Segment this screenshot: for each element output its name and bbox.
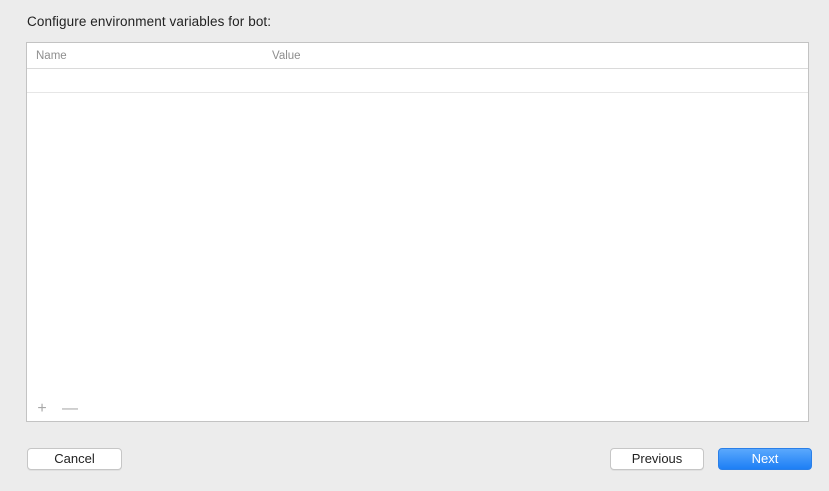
next-button[interactable]: Next <box>718 448 812 470</box>
remove-variable-button[interactable]: — <box>61 400 79 418</box>
column-header-name[interactable]: Name <box>36 50 67 62</box>
environment-variables-dialog: Configure environment variables for bot:… <box>0 0 829 491</box>
add-variable-button[interactable]: + <box>33 400 51 418</box>
cancel-button[interactable]: Cancel <box>27 448 122 470</box>
table-header: Name Value <box>27 43 808 69</box>
previous-button[interactable]: Previous <box>610 448 704 470</box>
column-header-value[interactable]: Value <box>272 50 301 62</box>
env-variables-table[interactable]: Name Value + — <box>26 42 809 422</box>
empty-table-row[interactable] <box>27 92 808 93</box>
dialog-heading: Configure environment variables for bot: <box>27 14 272 29</box>
